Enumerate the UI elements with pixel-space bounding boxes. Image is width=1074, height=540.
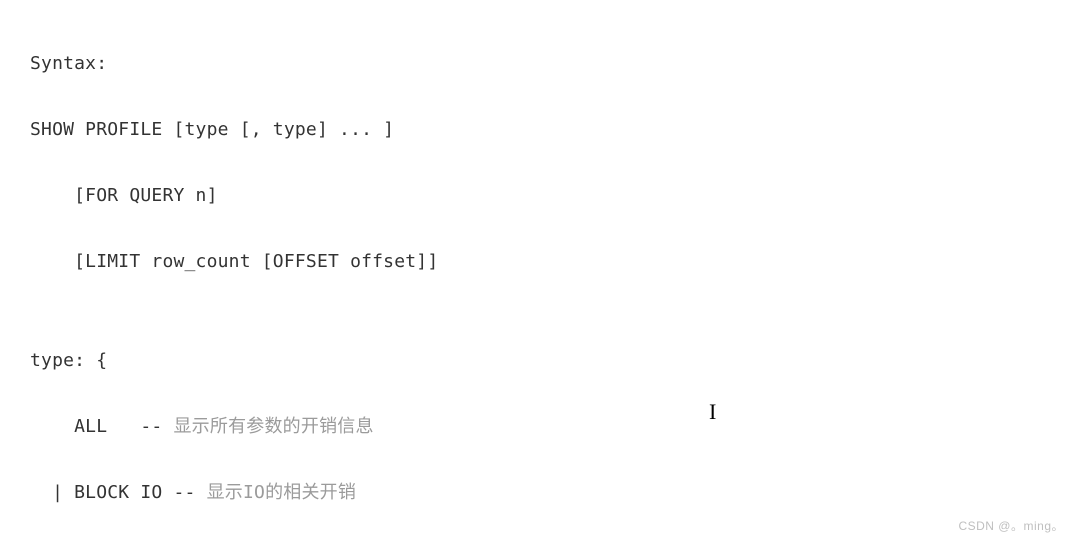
code-line: SHOW PROFILE [type [, type] ... ] [30,113,1074,146]
code-line: type: { [30,344,1074,377]
token: [LIMIT row_count [OFFSET offset]] [30,251,438,272]
comment: 显示IO的相关开销 [207,482,356,503]
text-cursor-icon: I [709,399,716,425]
code-line: [FOR QUERY n] [30,179,1074,212]
token: SHOW PROFILE [type [, type] ... ] [30,119,394,140]
code-line: ALL -- 显示所有参数的开销信息 [30,410,1074,443]
code-line: Syntax: [30,47,1074,80]
token-all: ALL -- [30,416,173,437]
code-line: [LIMIT row_count [OFFSET offset]] [30,245,1074,278]
token: Syntax: [30,53,107,74]
code-block: Syntax: SHOW PROFILE [type [, type] ... … [0,0,1074,540]
comment: 显示所有参数的开销信息 [173,416,373,437]
token: type: { [30,350,107,371]
token-block-io: | BLOCK IO -- [30,482,207,503]
token: [FOR QUERY n] [30,185,218,206]
watermark: CSDN @。ming。 [958,517,1064,534]
code-line: | BLOCK IO -- 显示IO的相关开销 [30,476,1074,509]
